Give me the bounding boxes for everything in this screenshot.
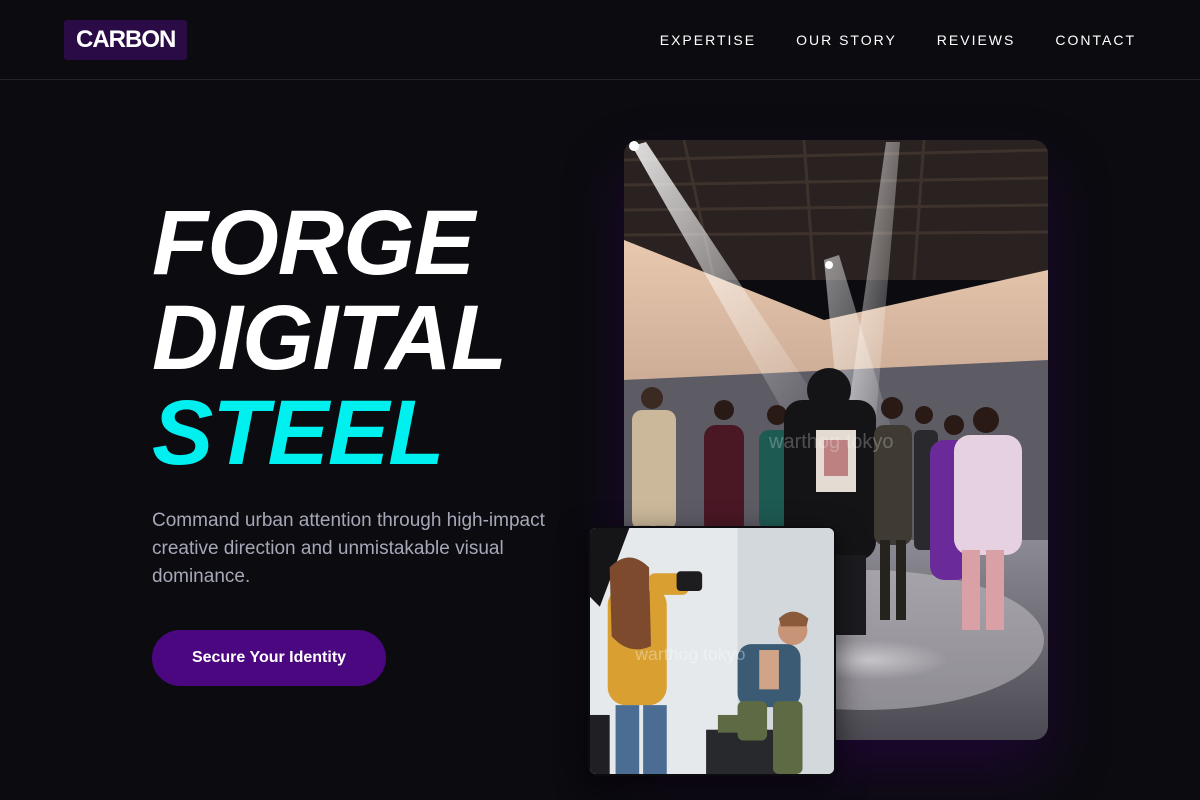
nav-link-reviews[interactable]: REVIEWS: [937, 30, 1016, 50]
nav-link-contact[interactable]: CONTACT: [1055, 30, 1136, 50]
main-nav: EXPERTISE OUR STORY REVIEWS CONTACT: [660, 30, 1136, 50]
photoshoot-studio-illustration: warthog tokyo: [590, 528, 834, 774]
landing-page: CARBON EXPERTISE OUR STORY REVIEWS CONTA…: [0, 0, 1200, 800]
nav-link-our-story[interactable]: OUR STORY: [796, 30, 897, 50]
main-photo-watermark: warthog tokyo: [768, 431, 894, 453]
hero-subtitle: Command urban attention through high-imp…: [152, 510, 545, 587]
nav-link-expertise[interactable]: EXPERTISE: [660, 30, 756, 50]
secure-identity-button[interactable]: Secure Your Identity: [152, 630, 386, 686]
brand-logo[interactable]: CARBON: [64, 20, 188, 60]
hero-title-line-2: DIGITAL: [152, 287, 507, 389]
site-header: CARBON EXPERTISE OUR STORY REVIEWS CONTA…: [0, 0, 1200, 80]
photoshoot-studio-photo: warthog tokyo: [588, 526, 836, 776]
hero-title-line-3-accent: STEEL: [152, 382, 444, 484]
secondary-photo-watermark: warthog tokyo: [634, 644, 745, 664]
hero-title-line-1: FORGE: [152, 192, 475, 294]
hero-title: FORGE DIGITAL STEEL: [152, 192, 507, 484]
